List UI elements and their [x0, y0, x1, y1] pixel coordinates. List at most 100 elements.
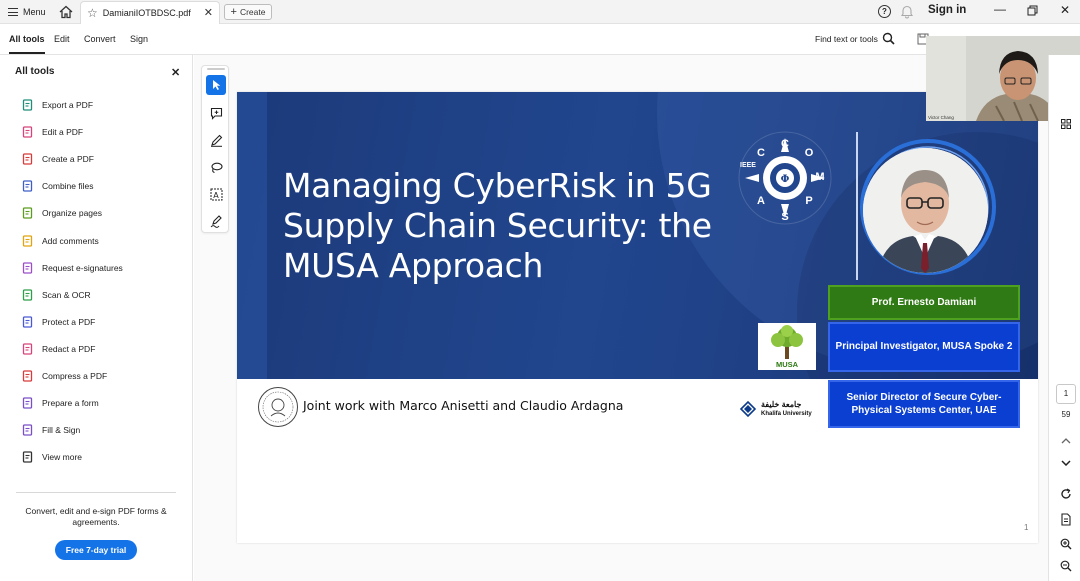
comment-icon — [210, 107, 222, 120]
current-page-input[interactable]: 1 — [1056, 384, 1076, 404]
tool-item-fill-sign[interactable]: Fill & Sign — [22, 422, 80, 438]
tool-item-scan-ocr[interactable]: Scan & OCR — [22, 287, 91, 303]
sign-tool-button[interactable] — [206, 211, 226, 231]
pen-icon — [210, 134, 222, 147]
free-trial-button[interactable]: Free 7-day trial — [55, 540, 137, 560]
tool-label: Redact a PDF — [42, 344, 96, 354]
rotate-icon[interactable] — [1058, 486, 1074, 502]
compsac-logo: Φ C O M P S A C IEEE — [738, 131, 832, 225]
compsac-letter-s: S — [781, 211, 788, 223]
tab-edit[interactable]: Edit — [54, 34, 70, 44]
tool-item-protect-a-pdf[interactable]: Protect a PDF — [22, 314, 95, 330]
tool-label: Edit a PDF — [42, 127, 84, 137]
tool-item-prepare-a-form[interactable]: Prepare a form — [22, 395, 99, 411]
drag-handle[interactable] — [207, 68, 225, 70]
university-seal-logo — [258, 387, 298, 427]
total-pages: 59 — [1061, 410, 1071, 419]
find-text-or-tools[interactable]: Find text or tools — [815, 34, 878, 44]
close-window-icon[interactable]: ✕ — [1060, 3, 1070, 17]
tab-all-tools[interactable]: All tools — [9, 34, 45, 54]
compsac-letter-c: C — [781, 138, 789, 150]
svg-text:A: A — [213, 191, 219, 200]
request-esignatures-icon — [22, 262, 34, 274]
thumbnails-grid-icon[interactable] — [1061, 119, 1071, 129]
tool-item-request-e-signatures[interactable]: Request e-signatures — [22, 260, 123, 276]
restore-window-icon[interactable] — [1027, 5, 1038, 16]
musa-label: MUSA — [775, 360, 799, 369]
tool-item-create-a-pdf[interactable]: Create a PDF — [22, 151, 94, 167]
tool-item-combine-files[interactable]: Combine files — [22, 178, 94, 194]
tool-item-redact-a-pdf[interactable]: Redact a PDF — [22, 341, 95, 357]
select-tool-button[interactable] — [206, 75, 226, 95]
menu-button[interactable]: Menu — [8, 4, 46, 20]
presenter-name-box: Prof. Ernesto Damiani — [828, 285, 1020, 320]
edit-pdf-icon — [22, 126, 34, 138]
document-tab[interactable]: ☆ DamianiIOTBDSC.pdf ✕ — [80, 1, 220, 24]
document-tab-title: DamianiIOTBDSC.pdf — [102, 8, 191, 18]
tab-sign[interactable]: Sign — [130, 34, 148, 44]
compress-pdf-icon — [22, 370, 34, 382]
promo-text: Convert, edit and e-sign PDF forms & agr… — [25, 506, 167, 527]
chevron-down-icon[interactable] — [1058, 455, 1074, 471]
hamburger-icon — [8, 8, 18, 16]
fill-sign-icon — [22, 424, 34, 436]
search-icon[interactable] — [882, 32, 895, 45]
tool-item-organize-pages[interactable]: Organize pages — [22, 205, 102, 221]
panel-divider — [16, 492, 176, 493]
highlight-tool-button[interactable] — [206, 130, 226, 150]
add-comment-tool-button[interactable] — [206, 103, 226, 123]
tool-item-export-a-pdf[interactable]: Export a PDF — [22, 97, 93, 113]
organize-pages-icon — [22, 207, 34, 219]
close-tab-icon[interactable]: ✕ — [204, 6, 213, 19]
presenter-role-box: Principal Investigator, MUSA Spoke 2 — [828, 322, 1020, 372]
combine-files-icon — [22, 180, 34, 192]
cursor-icon — [212, 80, 220, 90]
slide-banner: Managing CyberRisk in 5G Supply Chain Se… — [237, 92, 1038, 379]
minimize-icon[interactable]: — — [994, 2, 1006, 16]
help-icon[interactable]: ? — [878, 5, 891, 18]
panel-title: All tools — [15, 66, 55, 77]
svg-text:Φ: Φ — [781, 174, 790, 185]
page-info-icon[interactable] — [1058, 511, 1074, 527]
draw-tool-button[interactable] — [206, 157, 226, 177]
menu-bar: All tools Edit Convert Sign Find text or… — [0, 24, 1080, 55]
tool-label: Request e-signatures — [42, 263, 123, 273]
all-tools-panel: All tools ✕ Export a PDF Edit a PDF Create… — [0, 55, 193, 581]
notifications-bell-icon[interactable] — [900, 4, 914, 19]
page-number-footer: 1 — [1024, 523, 1029, 532]
star-icon[interactable]: ☆ — [87, 7, 98, 19]
tool-item-view-more[interactable]: View more — [22, 449, 82, 465]
add-text-tool-button[interactable]: A — [206, 184, 226, 204]
tool-item-edit-a-pdf[interactable]: Edit a PDF — [22, 124, 83, 140]
pdf-page[interactable]: Managing CyberRisk in 5G Supply Chain Se… — [237, 92, 1038, 543]
text-box-icon: A — [210, 188, 222, 200]
khalifa-university-logo: جامعة خليفة Khalifa University — [739, 398, 825, 420]
tool-label: Prepare a form — [42, 398, 99, 408]
slide-title: Managing CyberRisk in 5G Supply Chain Se… — [283, 166, 712, 285]
home-icon[interactable] — [58, 4, 74, 20]
tool-label: View more — [42, 452, 82, 462]
compsac-letter-p: P — [805, 195, 812, 207]
create-button[interactable]: + Create — [224, 4, 272, 20]
compsac-letter-c2: C — [757, 147, 765, 159]
create-pdf-icon — [22, 153, 34, 165]
prepare-form-icon — [22, 397, 34, 409]
khalifa-arabic-text: جامعة خليفة — [761, 400, 802, 409]
chevron-up-icon[interactable] — [1058, 433, 1074, 449]
tool-item-add-comments[interactable]: Add comments — [22, 233, 99, 249]
tool-label: Export a PDF — [42, 100, 94, 110]
tool-item-compress-a-pdf[interactable]: Compress a PDF — [22, 368, 107, 384]
tool-label: Protect a PDF — [42, 317, 96, 327]
tool-label: Fill & Sign — [42, 425, 81, 435]
right-rail — [1048, 55, 1080, 581]
compsac-letter-m: M — [815, 171, 824, 183]
tab-convert[interactable]: Convert — [84, 34, 116, 44]
close-panel-icon[interactable]: ✕ — [171, 66, 180, 79]
export-pdf-icon — [22, 99, 34, 111]
presenter-photo — [863, 148, 988, 273]
slide-stripe — [237, 92, 267, 379]
sign-in-button[interactable]: Sign in — [928, 4, 966, 16]
zoom-out-icon[interactable] — [1058, 558, 1074, 574]
zoom-in-icon[interactable] — [1058, 536, 1074, 552]
ieee-label: IEEE — [740, 162, 756, 169]
